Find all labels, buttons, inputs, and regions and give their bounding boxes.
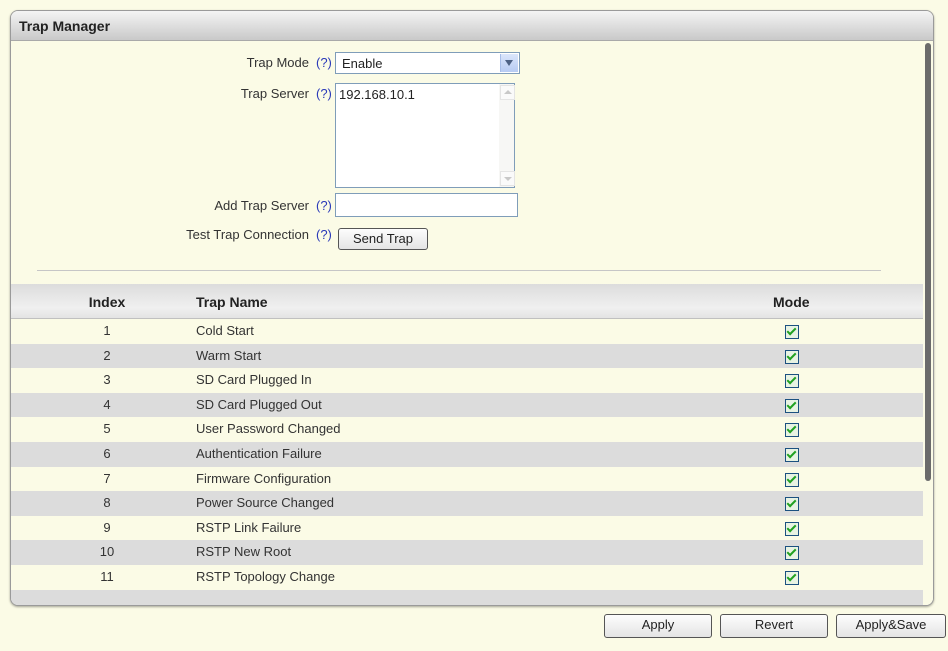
table-row: 11 RSTP Topology Change xyxy=(11,565,923,590)
add-trap-server-help-link[interactable]: (?) xyxy=(316,198,332,213)
row-index: 1 xyxy=(103,323,111,338)
trap-server-label: Trap Server xyxy=(240,86,309,101)
mode-checkbox[interactable] xyxy=(785,447,799,462)
mode-checkbox[interactable] xyxy=(785,325,799,339)
table-row: 6 Authentication Failure xyxy=(11,441,923,467)
row-trap-name: SD Card Plugged Out xyxy=(196,396,322,412)
panel-scrollbar[interactable] xyxy=(923,41,933,605)
trap-mode-help-link[interactable]: (?) xyxy=(316,55,332,70)
table-row-partial xyxy=(11,589,923,605)
table-row: 4 SD Card Plugged Out xyxy=(11,392,923,418)
mode-checkbox[interactable] xyxy=(785,349,799,364)
row-index: 9 xyxy=(103,519,111,535)
revert-button[interactable]: Revert xyxy=(720,614,828,638)
row-trap-name: SD Card Plugged In xyxy=(196,372,312,388)
panel-title: Trap Manager xyxy=(19,18,111,34)
trap-manager-panel: Trap Manager Trap Mode (?) Enable Trap S… xyxy=(10,10,934,606)
send-trap-button[interactable]: Send Trap xyxy=(338,228,428,250)
trap-server-list[interactable]: 192.168.10.1 xyxy=(335,83,515,188)
scroll-down-icon[interactable] xyxy=(500,171,515,186)
row-index: 8 xyxy=(103,495,111,511)
row-index: 4 xyxy=(103,396,111,412)
row-trap-name: User Password Changed xyxy=(196,421,341,437)
column-header-trap-name: Trap Name xyxy=(196,294,268,310)
table-row: 8 Power Source Changed xyxy=(11,491,923,516)
table-header: Index Trap Name Mode xyxy=(11,284,923,319)
column-header-index: Index xyxy=(88,294,126,310)
listbox-scrollbar[interactable] xyxy=(499,84,515,187)
row-index: 5 xyxy=(103,421,111,437)
table-row: 7 Firmware Configuration xyxy=(11,467,923,492)
table-row: 5 User Password Changed xyxy=(11,417,923,442)
row-index: 10 xyxy=(99,544,115,560)
trap-server-item[interactable]: 192.168.10.1 xyxy=(339,87,415,102)
row-trap-name: Authentication Failure xyxy=(196,445,322,461)
row-trap-name: RSTP Topology Change xyxy=(196,568,336,584)
trap-server-help-link[interactable]: (?) xyxy=(316,86,332,101)
apply-save-button[interactable]: Apply&Save xyxy=(836,614,946,638)
row-trap-name: Power Source Changed xyxy=(196,495,335,511)
apply-button[interactable]: Apply xyxy=(604,614,712,638)
table-row: 1 Cold Start xyxy=(11,319,923,344)
mode-checkbox[interactable] xyxy=(785,472,799,487)
mode-checkbox[interactable] xyxy=(785,546,799,561)
mode-checkbox[interactable] xyxy=(785,374,799,389)
scroll-up-icon[interactable] xyxy=(500,85,515,100)
column-header-mode: Mode xyxy=(773,294,810,310)
mode-checkbox[interactable] xyxy=(785,398,799,413)
table-row: 9 RSTP Link Failure xyxy=(11,516,923,541)
row-trap-name: Cold Start xyxy=(196,323,254,338)
scrollbar-thumb[interactable] xyxy=(925,43,931,481)
trap-mode-label: Trap Mode xyxy=(246,55,309,70)
mode-checkbox[interactable] xyxy=(785,497,799,512)
trap-table-body: 1 Cold Start 2 Warm Start 3 SD Card Plug… xyxy=(11,319,923,605)
mode-checkbox[interactable] xyxy=(785,423,799,438)
table-row: 3 SD Card Plugged In xyxy=(11,368,923,393)
trap-mode-value: Enable xyxy=(342,56,383,71)
row-index: 6 xyxy=(103,445,111,461)
chevron-down-icon[interactable] xyxy=(500,54,518,72)
section-divider xyxy=(37,270,881,271)
trap-mode-select[interactable]: Enable xyxy=(335,52,520,74)
table-row: 2 Warm Start xyxy=(11,343,923,369)
row-index: 2 xyxy=(103,347,111,363)
add-trap-server-input[interactable] xyxy=(335,193,518,217)
row-trap-name: RSTP New Root xyxy=(196,544,292,560)
row-trap-name: RSTP Link Failure xyxy=(196,519,302,535)
mode-checkbox[interactable] xyxy=(785,521,799,536)
row-trap-name: Firmware Configuration xyxy=(196,470,332,486)
row-index: 7 xyxy=(103,470,111,486)
add-trap-server-label: Add Trap Server xyxy=(214,198,309,213)
table-row: 10 RSTP New Root xyxy=(11,540,923,565)
panel-header: Trap Manager xyxy=(11,11,933,41)
test-trap-connection-label: Test Trap Connection xyxy=(186,227,309,242)
row-index: 3 xyxy=(103,372,111,388)
mode-checkbox[interactable] xyxy=(785,570,799,585)
test-trap-help-link[interactable]: (?) xyxy=(316,227,332,242)
row-index: 11 xyxy=(100,568,114,584)
row-trap-name: Warm Start xyxy=(196,347,262,363)
